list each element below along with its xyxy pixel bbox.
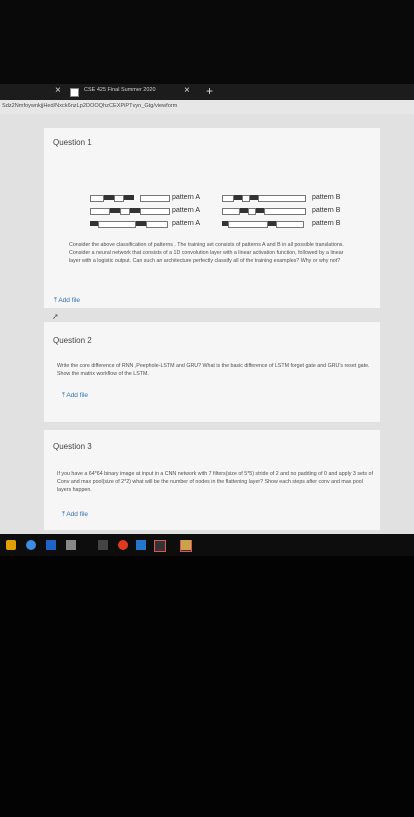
pattern-b-image [222, 195, 306, 202]
illustrator-icon[interactable] [154, 540, 166, 552]
opera-browser-icon[interactable] [118, 540, 128, 550]
upload-icon: ⤒ [62, 511, 65, 518]
pattern-a-label: pattern A [172, 220, 201, 227]
pattern-b-label: pattern B [312, 207, 341, 214]
add-file-button[interactable]: ⤒ Add file [62, 511, 88, 519]
upload-icon: ⤒ [62, 392, 65, 399]
pattern-a-image [90, 208, 170, 215]
close-icon[interactable]: × [55, 85, 61, 96]
address-bar[interactable]: Sdz2NmfoywnkjjHed/Nxck6nzLp2DOOQhzCEXPiP… [0, 100, 414, 114]
question-card-1: Question 1 pattern A pattern A pattern A… [44, 128, 380, 321]
pattern-a-image [90, 195, 170, 202]
pattern-b-image [222, 221, 304, 228]
new-tab-button[interactable]: + [206, 84, 213, 98]
pattern-a-label: pattern A [172, 194, 201, 201]
os-taskbar [0, 534, 414, 556]
screen-bezel-top [0, 0, 414, 84]
add-file-button[interactable]: ⤒ Add file [62, 392, 88, 400]
screen-bezel-bottom [0, 556, 414, 817]
question-title: Question 3 [53, 442, 92, 451]
search-icon[interactable] [26, 540, 36, 550]
upload-icon: ⤒ [54, 297, 57, 304]
question-card-3: Question 3 If you have a 64*64 binary im… [44, 430, 380, 530]
calendar-icon[interactable] [98, 540, 108, 550]
add-file-label: Add file [66, 392, 89, 399]
form-page: Question 1 pattern A pattern A pattern A… [0, 114, 414, 534]
add-file-label: Add file [66, 511, 89, 518]
add-file-button[interactable]: ⤒ Add file [54, 297, 80, 305]
pattern-b-image [222, 208, 306, 215]
question-title: Question 2 [53, 336, 92, 345]
tab-title[interactable]: CSE 425 Final Summer 2020 [84, 87, 156, 93]
tab-close-icon[interactable]: × [184, 85, 190, 96]
browser-tab-bar: × CSE 425 Final Summer 2020 × + [0, 84, 414, 100]
add-file-label: Add file [58, 297, 81, 304]
app-icon[interactable] [66, 540, 76, 550]
app-icon[interactable] [46, 540, 56, 550]
pattern-a-label: pattern A [172, 207, 201, 214]
question-text: Write the core difference of RNN ,Peepho… [57, 363, 370, 377]
pattern-b-label: pattern B [312, 194, 341, 201]
app-icon[interactable] [6, 540, 16, 550]
forms-favicon-icon [70, 88, 79, 97]
url-text[interactable]: Sdz2NmfoywnkjjHed/Nxck6nzLp2DOOQhzCEXPiP… [2, 103, 177, 109]
mouse-cursor-icon: ➚ [52, 312, 59, 321]
question-text: If you have a 64*64 binary image at inpu… [57, 471, 373, 493]
folder-icon[interactable] [181, 540, 191, 550]
pattern-b-label: pattern B [312, 220, 341, 227]
question-title: Question 1 [53, 138, 92, 147]
app-icon[interactable] [136, 540, 146, 550]
question-text: Consider the above classification of pat… [69, 242, 344, 264]
question-card-2: Question 2 Write the core difference of … [44, 322, 380, 422]
pattern-a-image [90, 221, 168, 228]
